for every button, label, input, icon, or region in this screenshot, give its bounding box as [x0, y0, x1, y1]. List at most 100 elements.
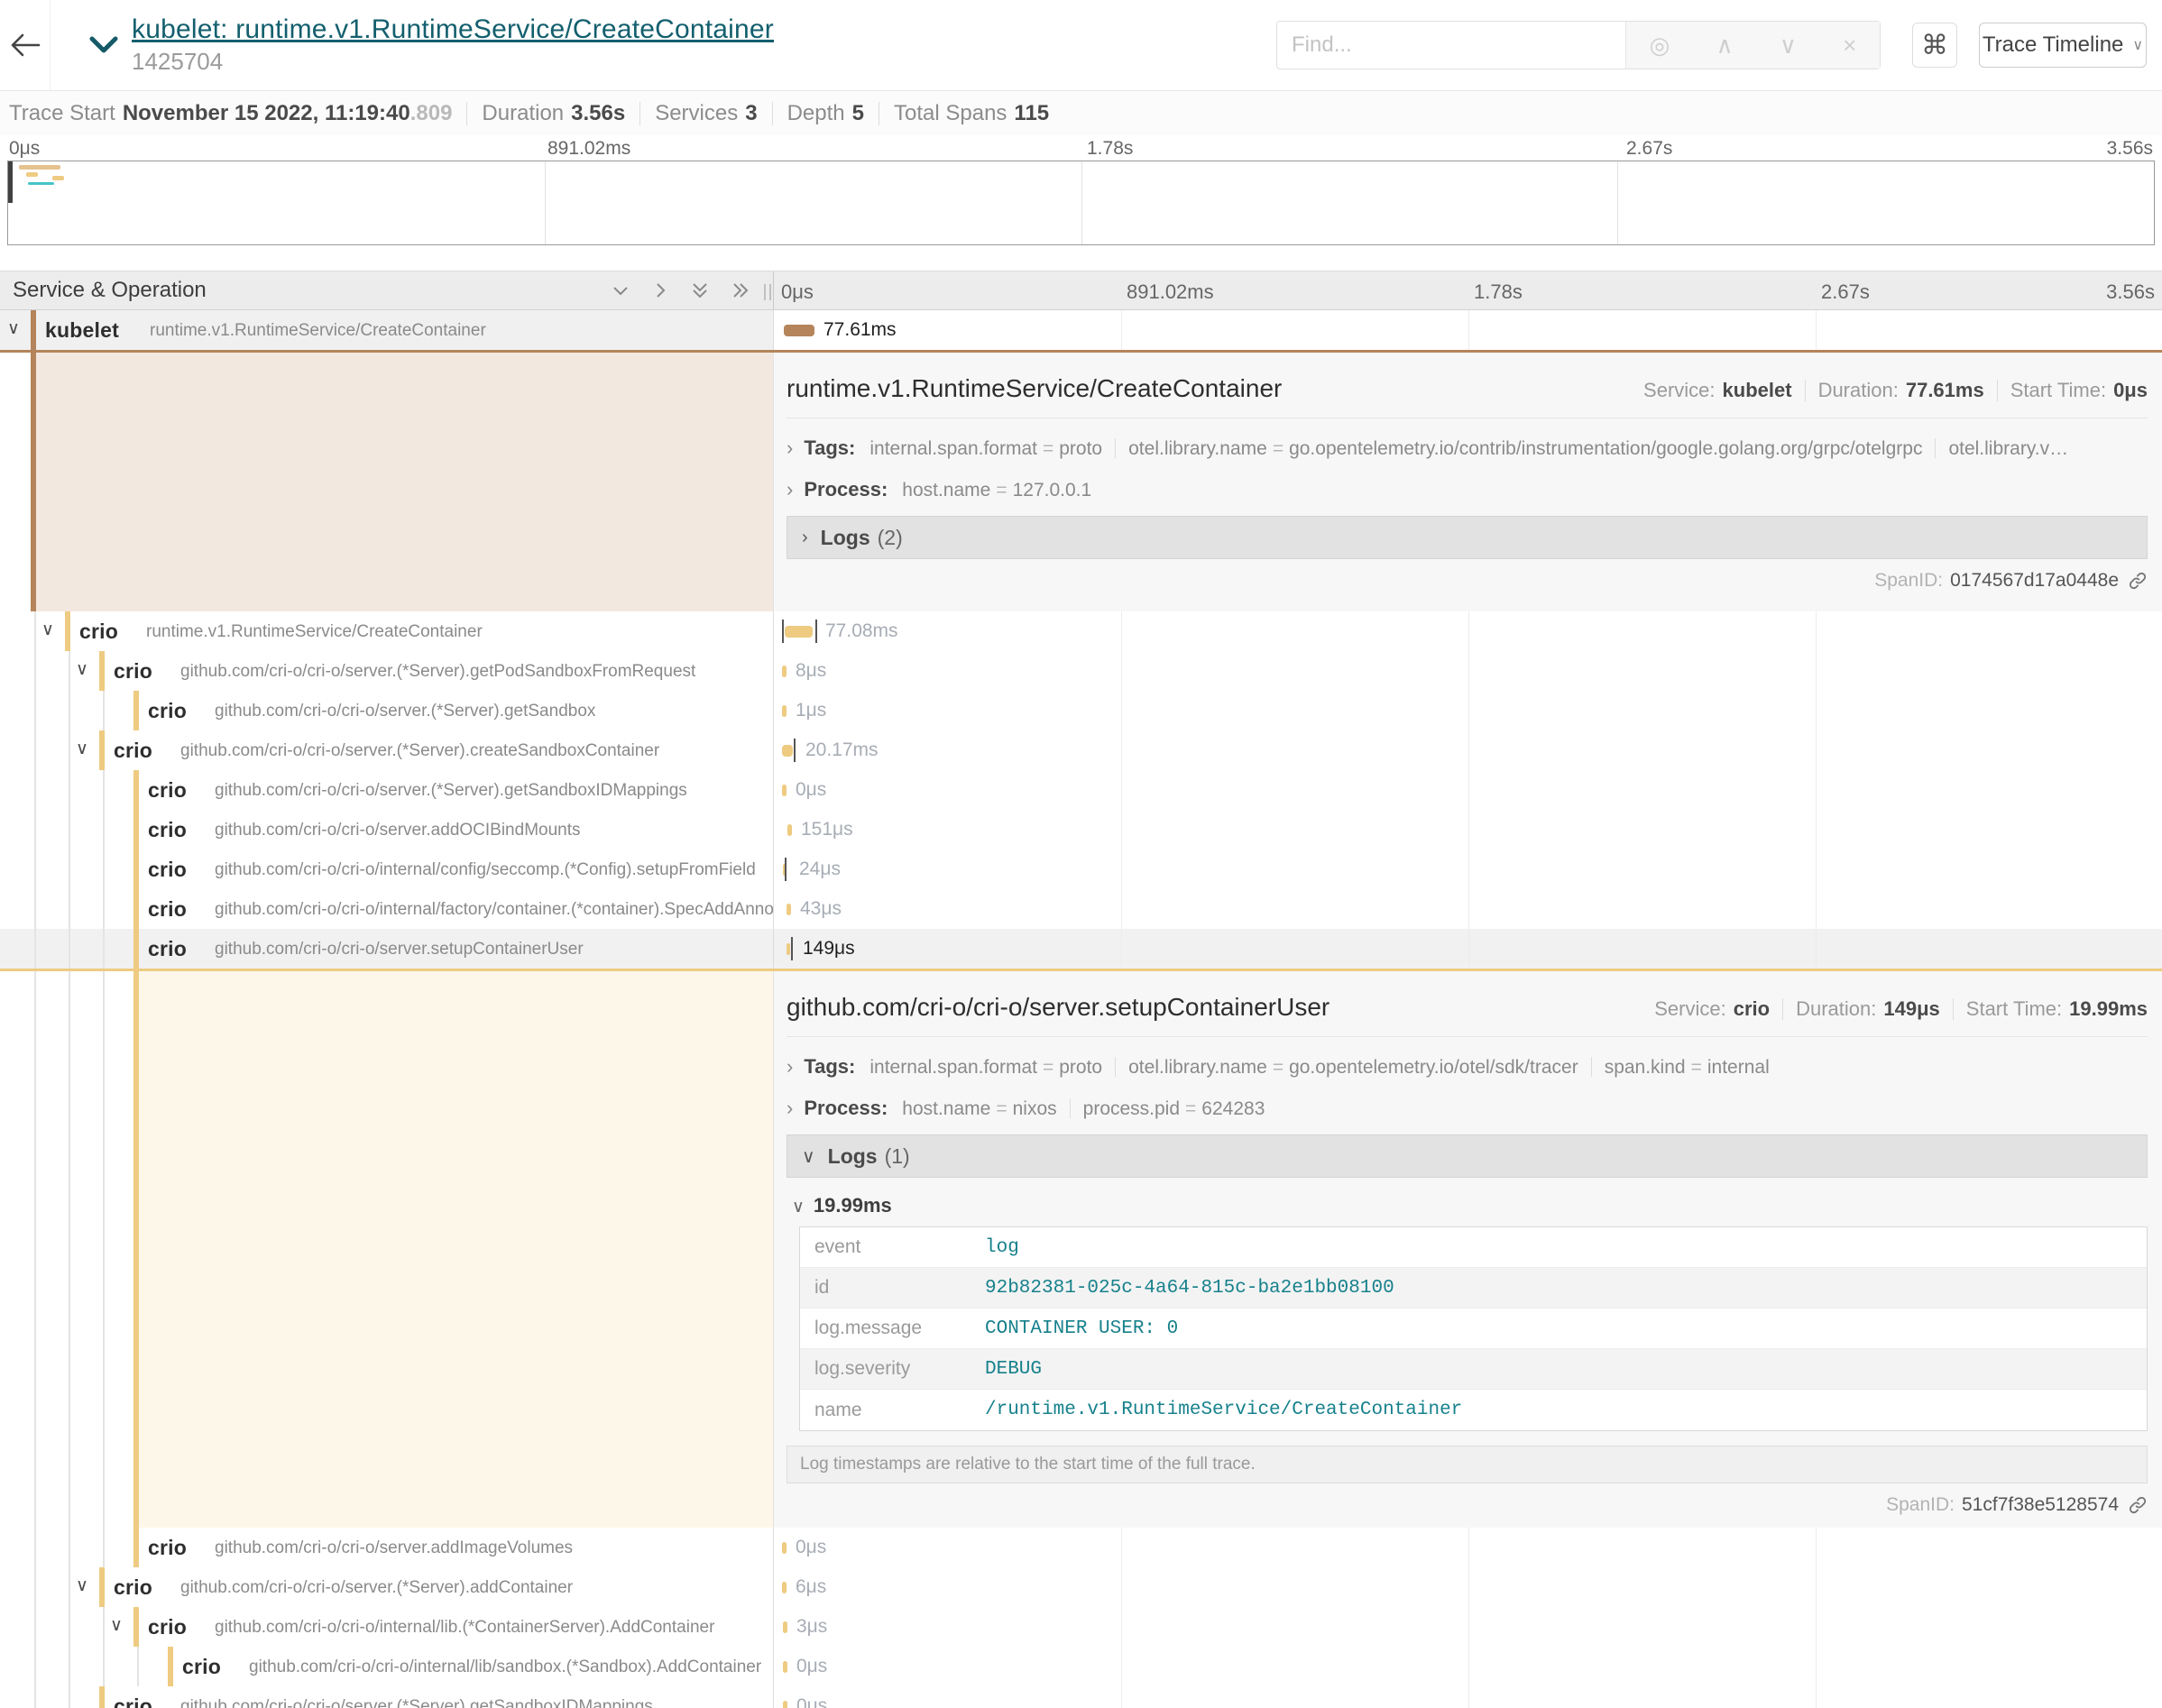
locate-icon[interactable]: ◎ [1650, 32, 1670, 60]
span-row[interactable]: criogithub.com/cri-o/cri-o/server.setupC… [0, 929, 2162, 969]
chevron-down-icon[interactable]: ∨ [41, 621, 54, 639]
chevron-right-icon[interactable]: › [787, 478, 793, 501]
chevron-down-icon[interactable]: ∨ [7, 320, 20, 338]
logs-accordion-header[interactable]: ∨Logs(1) [787, 1134, 2148, 1178]
log-entry-header[interactable]: ∨19.99ms [792, 1194, 2148, 1217]
span-name-cell[interactable]: ∨criogithub.com/cri-o/cri-o/internal/lib… [0, 1607, 773, 1647]
span-bar[interactable] [787, 943, 790, 955]
span-timeline-cell[interactable]: 77.61ms [773, 310, 2162, 350]
span-bar[interactable] [785, 626, 813, 638]
span-row[interactable]: criogithub.com/cri-o/cri-o/server.addIma… [0, 1528, 2162, 1567]
span-row[interactable]: ∨crioruntime.v1.RuntimeService/CreateCon… [0, 611, 2162, 651]
span-timeline-cell[interactable]: 77.08ms [773, 611, 2162, 651]
span-name-cell[interactable]: criogithub.com/cri-o/cri-o/internal/fact… [0, 889, 773, 929]
span-bar[interactable] [783, 1701, 787, 1708]
span-timeline-cell[interactable]: 3μs [773, 1607, 2162, 1647]
span-row[interactable]: criogithub.com/cri-o/cri-o/internal/conf… [0, 849, 2162, 889]
span-bar[interactable] [782, 1582, 787, 1593]
find-input[interactable] [1277, 22, 1625, 69]
minimap-canvas[interactable] [7, 161, 2155, 245]
span-bar[interactable] [782, 1542, 787, 1554]
span-row[interactable]: criogithub.com/cri-o/cri-o/server.(*Serv… [0, 770, 2162, 810]
prev-match-icon[interactable]: ∧ [1716, 32, 1734, 60]
clear-search-icon[interactable]: × [1843, 32, 1856, 60]
span-row[interactable]: ∨criogithub.com/cri-o/cri-o/server.(*Ser… [0, 651, 2162, 691]
process-row[interactable]: ›Process:host.name=nixosprocess.pid=6242… [787, 1097, 2148, 1120]
span-name-cell[interactable]: criogithub.com/cri-o/cri-o/server.(*Serv… [0, 770, 773, 810]
span-row[interactable]: criogithub.com/cri-o/cri-o/internal/lib/… [0, 1647, 2162, 1686]
chevron-right-icon[interactable]: › [787, 436, 793, 460]
span-name-cell[interactable]: criogithub.com/cri-o/cri-o/server.(*Serv… [0, 691, 773, 730]
expand-all-icon[interactable] [730, 280, 751, 300]
span-timeline-cell[interactable]: 0μs [773, 1647, 2162, 1686]
span-name-cell[interactable]: ∨criogithub.com/cri-o/cri-o/server.(*Ser… [0, 1567, 773, 1607]
span-name-cell[interactable]: ∨criogithub.com/cri-o/cri-o/server.(*Ser… [0, 651, 773, 691]
logs-accordion-header[interactable]: ›Logs(2) [787, 516, 2148, 559]
span-timeline-cell[interactable]: 151μs [773, 810, 2162, 849]
span-name-cell[interactable]: criogithub.com/cri-o/cri-o/server.addOCI… [0, 810, 773, 849]
span-timeline-cell[interactable]: 149μs [773, 929, 2162, 969]
span-bar[interactable] [782, 666, 787, 677]
span-name-cell[interactable]: ∨kubeletruntime.v1.RuntimeService/Create… [0, 310, 773, 350]
span-timeline-cell[interactable]: 1μs [773, 691, 2162, 730]
chevron-down-icon[interactable]: ∨ [110, 1617, 123, 1635]
span-row[interactable]: criogithub.com/cri-o/cri-o/server.addOCI… [0, 810, 2162, 849]
span-bar[interactable] [782, 705, 787, 717]
timeline-gridline [1121, 1528, 1122, 1567]
timeline-gridline [1121, 889, 1122, 929]
span-row[interactable]: ∨criogithub.com/cri-o/cri-o/server.(*Ser… [0, 730, 2162, 770]
chevron-down-icon[interactable]: ∨ [76, 661, 88, 679]
span-name-cell[interactable]: criogithub.com/cri-o/cri-o/internal/lib/… [0, 1647, 773, 1686]
span-bar[interactable] [782, 745, 793, 757]
chevron-right-icon[interactable]: › [787, 1055, 793, 1079]
minimap-scrubber-handle[interactable] [8, 161, 13, 203]
keyboard-shortcuts-button[interactable]: ⌘ [1912, 23, 1957, 68]
back-button[interactable] [0, 0, 51, 90]
minimap-span [28, 182, 54, 185]
trace-view-selector[interactable]: Trace Timeline ∨ [1979, 23, 2147, 68]
chevron-down-icon[interactable]: ∨ [76, 740, 88, 758]
span-bar[interactable] [787, 824, 792, 836]
expand-one-icon[interactable] [650, 280, 670, 300]
span-timeline-cell[interactable]: 20.17ms [773, 730, 2162, 770]
span-row[interactable]: criogithub.com/cri-o/cri-o/server.(*Serv… [0, 1686, 2162, 1708]
tags-row[interactable]: ›Tags:internal.span.format=protootel.lib… [787, 436, 2148, 460]
span-name-cell[interactable]: ∨criogithub.com/cri-o/cri-o/server.(*Ser… [0, 730, 773, 770]
span-timeline-cell[interactable]: 43μs [773, 889, 2162, 929]
collapse-all-icon[interactable] [690, 280, 710, 301]
span-row[interactable]: ∨kubeletruntime.v1.RuntimeService/Create… [0, 310, 2162, 350]
span-timeline-cell[interactable]: 0μs [773, 1528, 2162, 1567]
next-match-icon[interactable]: ∨ [1780, 32, 1797, 60]
tags-row[interactable]: ›Tags:internal.span.format=protootel.lib… [787, 1055, 2148, 1079]
trace-title-link[interactable]: kubelet: runtime.v1.RuntimeService/Creat… [132, 14, 774, 45]
span-name-cell[interactable]: criogithub.com/cri-o/cri-o/server.(*Serv… [0, 1686, 773, 1708]
copy-link-icon[interactable] [2128, 571, 2148, 591]
trace-collapse-toggle[interactable] [88, 35, 119, 55]
chevron-right-icon[interactable]: › [787, 1097, 793, 1120]
copy-link-icon[interactable] [2128, 1495, 2148, 1515]
span-timeline-cell[interactable]: 8μs [773, 651, 2162, 691]
span-row[interactable]: criogithub.com/cri-o/cri-o/server.(*Serv… [0, 691, 2162, 730]
span-bar[interactable] [782, 785, 787, 796]
span-row[interactable]: ∨criogithub.com/cri-o/cri-o/server.(*Ser… [0, 1567, 2162, 1607]
span-name-cell[interactable]: criogithub.com/cri-o/cri-o/internal/conf… [0, 849, 773, 889]
span-name-cell[interactable]: ∨crioruntime.v1.RuntimeService/CreateCon… [0, 611, 773, 651]
chevron-down-icon[interactable]: ∨ [76, 1577, 88, 1595]
span-bar[interactable] [787, 904, 791, 915]
collapse-one-icon[interactable] [611, 280, 630, 300]
span-row[interactable]: criogithub.com/cri-o/cri-o/internal/fact… [0, 889, 2162, 929]
indent-guide [103, 929, 105, 969]
span-row[interactable]: ∨criogithub.com/cri-o/cri-o/internal/lib… [0, 1607, 2162, 1647]
column-resize-handle[interactable] [764, 284, 771, 300]
span-service-name: crio [148, 858, 187, 882]
span-name-cell[interactable]: criogithub.com/cri-o/cri-o/server.setupC… [0, 929, 773, 969]
process-row[interactable]: ›Process:host.name=127.0.0.1 [787, 478, 2148, 501]
span-timeline-cell[interactable]: 6μs [773, 1567, 2162, 1607]
span-timeline-cell[interactable]: 24μs [773, 849, 2162, 889]
span-name-cell[interactable]: criogithub.com/cri-o/cri-o/server.addIma… [0, 1528, 773, 1567]
span-bar[interactable] [784, 325, 814, 336]
span-timeline-cell[interactable]: 0μs [773, 770, 2162, 810]
span-bar[interactable] [783, 1621, 787, 1633]
span-timeline-cell[interactable]: 0μs [773, 1686, 2162, 1708]
span-bar[interactable] [783, 1661, 787, 1673]
